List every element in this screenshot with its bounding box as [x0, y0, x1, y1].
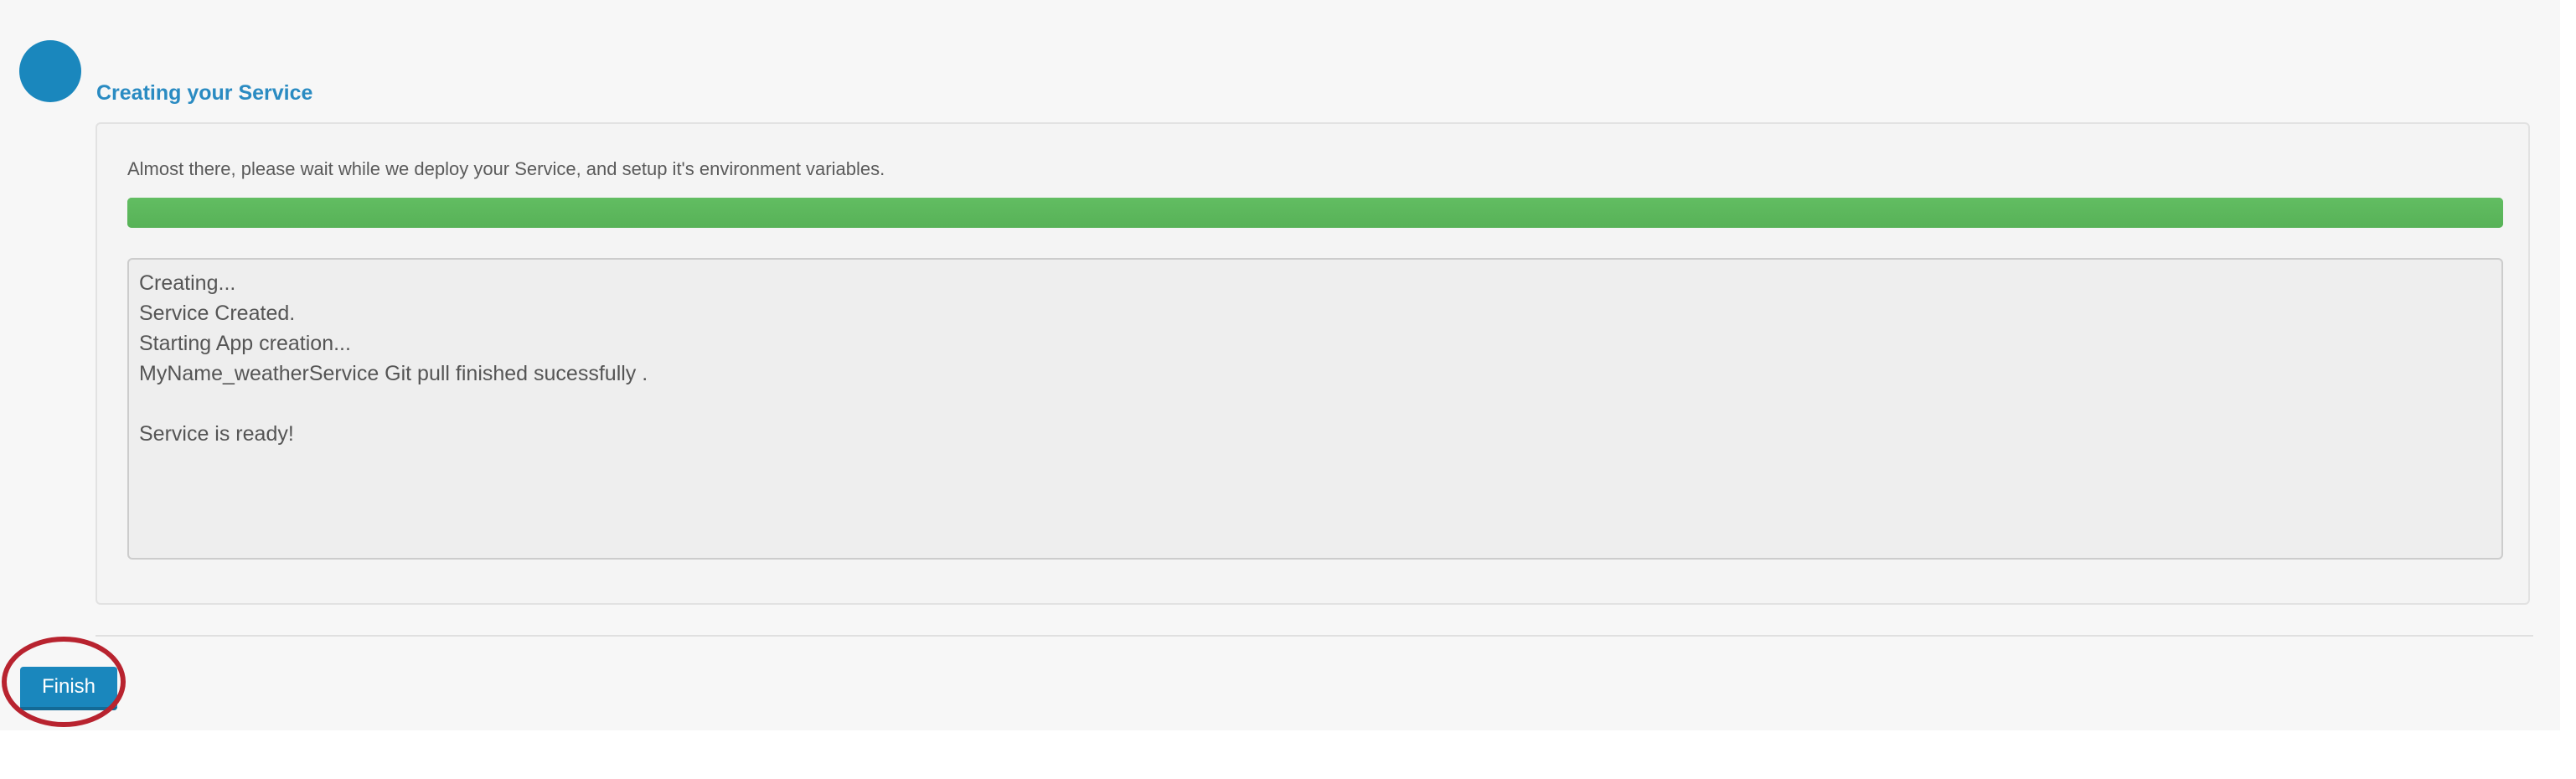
log-line: Starting App creation... — [139, 332, 351, 355]
progress-bar-fill — [127, 198, 2503, 228]
log-line: Service Created. — [139, 302, 296, 325]
log-line: Service is ready! — [139, 422, 294, 446]
log-line: MyName_weatherService Git pull finished … — [139, 362, 648, 385]
deploy-status-well: Almost there, please wait while we deplo… — [96, 122, 2530, 605]
progress-bar — [127, 198, 2503, 228]
log-line: Creating... — [139, 271, 236, 295]
step-title: Creating your Service — [96, 81, 313, 105]
footer-divider — [96, 635, 2533, 637]
wizard-panel: Creating your Service Almost there, plea… — [0, 0, 2560, 730]
deploy-description: Almost there, please wait while we deplo… — [127, 158, 885, 179]
finish-button[interactable]: Finish — [20, 667, 117, 710]
step-indicator — [19, 40, 81, 102]
deploy-log[interactable]: Creating... Service Created. Starting Ap… — [127, 258, 2503, 560]
